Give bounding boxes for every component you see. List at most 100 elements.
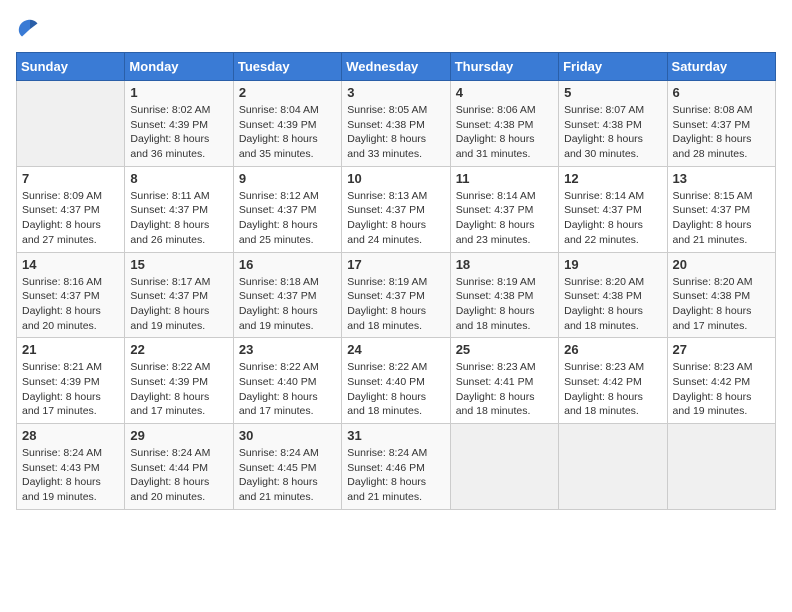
calendar-cell <box>17 81 125 167</box>
weekday-header-monday: Monday <box>125 53 233 81</box>
calendar-week-row: 14Sunrise: 8:16 AMSunset: 4:37 PMDayligh… <box>17 252 776 338</box>
day-info: Sunrise: 8:09 AMSunset: 4:37 PMDaylight:… <box>22 189 119 248</box>
calendar-table: SundayMondayTuesdayWednesdayThursdayFrid… <box>16 52 776 510</box>
day-number: 13 <box>673 171 770 186</box>
day-info: Sunrise: 8:18 AMSunset: 4:37 PMDaylight:… <box>239 275 336 334</box>
day-info: Sunrise: 8:23 AMSunset: 4:42 PMDaylight:… <box>564 360 661 419</box>
day-number: 30 <box>239 428 336 443</box>
day-info: Sunrise: 8:02 AMSunset: 4:39 PMDaylight:… <box>130 103 227 162</box>
day-number: 31 <box>347 428 444 443</box>
calendar-cell: 19Sunrise: 8:20 AMSunset: 4:38 PMDayligh… <box>559 252 667 338</box>
weekday-header-row: SundayMondayTuesdayWednesdayThursdayFrid… <box>17 53 776 81</box>
day-info: Sunrise: 8:05 AMSunset: 4:38 PMDaylight:… <box>347 103 444 162</box>
day-number: 19 <box>564 257 661 272</box>
calendar-cell: 10 Sunrise: 8:13 AMSunset: 4:37 PMDayligh… <box>342 166 450 252</box>
day-number: 25 <box>456 342 553 357</box>
calendar-cell: 27 Sunrise: 8:23 AMSunset: 4:42 PMDayligh… <box>667 338 775 424</box>
day-number: 20 <box>673 257 770 272</box>
day-number: 22 <box>130 342 227 357</box>
calendar-cell: 28 Sunrise: 8:24 AMSunset: 4:43 PMDayligh… <box>17 424 125 510</box>
day-info: Sunrise: 8:24 AMSunset: 4:46 PMDaylight:… <box>347 446 444 505</box>
calendar-cell: 22 Sunrise: 8:22 AMSunset: 4:39 PMDayligh… <box>125 338 233 424</box>
calendar-cell: 15 Sunrise: 8:17 AMSunset: 4:37 PMDayligh… <box>125 252 233 338</box>
page-header <box>16 16 776 44</box>
day-number: 8 <box>130 171 227 186</box>
day-info: Sunrise: 8:22 AMSunset: 4:40 PMDaylight:… <box>347 360 444 419</box>
day-info: Sunrise: 8:21 AMSunset: 4:39 PMDaylight:… <box>22 360 119 419</box>
day-info: Sunrise: 8:22 AMSunset: 4:39 PMDaylight:… <box>130 360 227 419</box>
day-info: Sunrise: 8:23 AMSunset: 4:41 PMDaylight:… <box>456 360 553 419</box>
day-number: 29 <box>130 428 227 443</box>
logo <box>16 16 48 44</box>
calendar-week-row: 1 Sunrise: 8:02 AMSunset: 4:39 PMDaylight… <box>17 81 776 167</box>
logo-icon <box>16 16 44 44</box>
calendar-week-row: 21 Sunrise: 8:21 AMSunset: 4:39 PMDayligh… <box>17 338 776 424</box>
day-info: Sunrise: 8:16 AMSunset: 4:37 PMDaylight:… <box>22 275 119 334</box>
calendar-cell: 9Sunrise: 8:12 AMSunset: 4:37 PMDaylight… <box>233 166 341 252</box>
weekday-header-tuesday: Tuesday <box>233 53 341 81</box>
day-number: 11 <box>456 171 553 186</box>
calendar-cell: 6 Sunrise: 8:08 AMSunset: 4:37 PMDaylight… <box>667 81 775 167</box>
day-number: 5 <box>564 85 661 100</box>
day-info: Sunrise: 8:19 AMSunset: 4:38 PMDaylight:… <box>456 275 553 334</box>
weekday-header-sunday: Sunday <box>17 53 125 81</box>
calendar-cell: 13 Sunrise: 8:15 AMSunset: 4:37 PMDayligh… <box>667 166 775 252</box>
day-info: Sunrise: 8:04 AMSunset: 4:39 PMDaylight:… <box>239 103 336 162</box>
day-number: 23 <box>239 342 336 357</box>
day-number: 27 <box>673 342 770 357</box>
day-number: 2 <box>239 85 336 100</box>
weekday-header-wednesday: Wednesday <box>342 53 450 81</box>
calendar-cell: 16Sunrise: 8:18 AMSunset: 4:37 PMDayligh… <box>233 252 341 338</box>
calendar-cell: 4Sunrise: 8:06 AMSunset: 4:38 PMDaylight… <box>450 81 558 167</box>
day-info: Sunrise: 8:06 AMSunset: 4:38 PMDaylight:… <box>456 103 553 162</box>
calendar-cell: 7 Sunrise: 8:09 AMSunset: 4:37 PMDaylight… <box>17 166 125 252</box>
day-info: Sunrise: 8:23 AMSunset: 4:42 PMDaylight:… <box>673 360 770 419</box>
day-info: Sunrise: 8:12 AMSunset: 4:37 PMDaylight:… <box>239 189 336 248</box>
calendar-cell: 14Sunrise: 8:16 AMSunset: 4:37 PMDayligh… <box>17 252 125 338</box>
day-info: Sunrise: 8:08 AMSunset: 4:37 PMDaylight:… <box>673 103 770 162</box>
weekday-header-friday: Friday <box>559 53 667 81</box>
day-number: 7 <box>22 171 119 186</box>
calendar-cell: 2 Sunrise: 8:04 AMSunset: 4:39 PMDaylight… <box>233 81 341 167</box>
day-info: Sunrise: 8:22 AMSunset: 4:40 PMDaylight:… <box>239 360 336 419</box>
day-number: 3 <box>347 85 444 100</box>
day-number: 6 <box>673 85 770 100</box>
calendar-cell: 12Sunrise: 8:14 AMSunset: 4:37 PMDayligh… <box>559 166 667 252</box>
day-info: Sunrise: 8:13 AMSunset: 4:37 PMDaylight:… <box>347 189 444 248</box>
day-info: Sunrise: 8:07 AMSunset: 4:38 PMDaylight:… <box>564 103 661 162</box>
calendar-cell <box>450 424 558 510</box>
day-info: Sunrise: 8:14 AMSunset: 4:37 PMDaylight:… <box>564 189 661 248</box>
day-info: Sunrise: 8:19 AMSunset: 4:37 PMDaylight:… <box>347 275 444 334</box>
calendar-cell: 11 Sunrise: 8:14 AMSunset: 4:37 PMDayligh… <box>450 166 558 252</box>
calendar-cell <box>667 424 775 510</box>
weekday-header-saturday: Saturday <box>667 53 775 81</box>
day-number: 26 <box>564 342 661 357</box>
weekday-header-thursday: Thursday <box>450 53 558 81</box>
calendar-cell: 21 Sunrise: 8:21 AMSunset: 4:39 PMDayligh… <box>17 338 125 424</box>
calendar-cell: 25 Sunrise: 8:23 AMSunset: 4:41 PMDayligh… <box>450 338 558 424</box>
calendar-cell: 3 Sunrise: 8:05 AMSunset: 4:38 PMDaylight… <box>342 81 450 167</box>
calendar-cell: 29 Sunrise: 8:24 AMSunset: 4:44 PMDayligh… <box>125 424 233 510</box>
day-info: Sunrise: 8:17 AMSunset: 4:37 PMDaylight:… <box>130 275 227 334</box>
day-number: 15 <box>130 257 227 272</box>
day-info: Sunrise: 8:15 AMSunset: 4:37 PMDaylight:… <box>673 189 770 248</box>
day-number: 17 <box>347 257 444 272</box>
day-info: Sunrise: 8:11 AMSunset: 4:37 PMDaylight:… <box>130 189 227 248</box>
day-info: Sunrise: 8:24 AMSunset: 4:45 PMDaylight:… <box>239 446 336 505</box>
calendar-week-row: 7 Sunrise: 8:09 AMSunset: 4:37 PMDaylight… <box>17 166 776 252</box>
day-number: 10 <box>347 171 444 186</box>
day-info: Sunrise: 8:14 AMSunset: 4:37 PMDaylight:… <box>456 189 553 248</box>
day-number: 18 <box>456 257 553 272</box>
day-number: 28 <box>22 428 119 443</box>
day-number: 1 <box>130 85 227 100</box>
calendar-cell: 1 Sunrise: 8:02 AMSunset: 4:39 PMDaylight… <box>125 81 233 167</box>
calendar-cell: 26 Sunrise: 8:23 AMSunset: 4:42 PMDayligh… <box>559 338 667 424</box>
day-number: 21 <box>22 342 119 357</box>
day-info: Sunrise: 8:24 AMSunset: 4:44 PMDaylight:… <box>130 446 227 505</box>
calendar-cell: 31 Sunrise: 8:24 AMSunset: 4:46 PMDayligh… <box>342 424 450 510</box>
calendar-cell: 8 Sunrise: 8:11 AMSunset: 4:37 PMDaylight… <box>125 166 233 252</box>
day-number: 24 <box>347 342 444 357</box>
calendar-cell: 20Sunrise: 8:20 AMSunset: 4:38 PMDayligh… <box>667 252 775 338</box>
day-info: Sunrise: 8:24 AMSunset: 4:43 PMDaylight:… <box>22 446 119 505</box>
calendar-cell: 17 Sunrise: 8:19 AMSunset: 4:37 PMDayligh… <box>342 252 450 338</box>
